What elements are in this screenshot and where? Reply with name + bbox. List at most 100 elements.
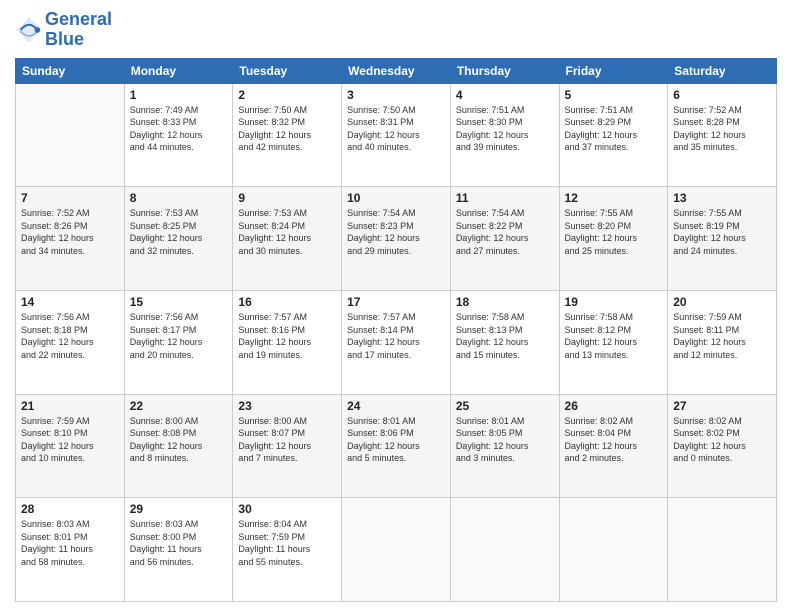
day-number: 14 xyxy=(21,295,119,309)
calendar-cell: 15Sunrise: 7:56 AMSunset: 8:17 PMDayligh… xyxy=(124,290,233,394)
cell-info: Sunrise: 7:59 AMSunset: 8:11 PMDaylight:… xyxy=(673,311,771,361)
cell-info: Sunrise: 7:51 AMSunset: 8:29 PMDaylight:… xyxy=(565,104,663,154)
week-row-2: 7 Sunrise: 7:52 AMSunset: 8:26 PMDaylight… xyxy=(16,187,777,291)
col-thursday: Thursday xyxy=(450,58,559,83)
calendar-cell: 11 Sunrise: 7:54 AMSunset: 8:22 PMDayligh… xyxy=(450,187,559,291)
day-number: 1 xyxy=(130,88,228,102)
calendar-cell: 9 Sunrise: 7:53 AMSunset: 8:24 PMDaylight… xyxy=(233,187,342,291)
calendar-cell: 2 Sunrise: 7:50 AMSunset: 8:32 PMDaylight… xyxy=(233,83,342,187)
calendar-cell: 13 Sunrise: 7:55 AMSunset: 8:19 PMDayligh… xyxy=(668,187,777,291)
calendar-cell xyxy=(16,83,125,187)
day-number: 18 xyxy=(456,295,554,309)
day-number: 16 xyxy=(238,295,336,309)
page: General Blue Sunday Monday Tuesday Wedne… xyxy=(0,0,792,612)
calendar-cell: 7 Sunrise: 7:52 AMSunset: 8:26 PMDaylight… xyxy=(16,187,125,291)
cell-info: Sunrise: 8:03 AMSunset: 8:01 PMDaylight:… xyxy=(21,518,119,568)
col-saturday: Saturday xyxy=(668,58,777,83)
cell-info: Sunrise: 7:56 AMSunset: 8:18 PMDaylight:… xyxy=(21,311,119,361)
day-number: 3 xyxy=(347,88,445,102)
day-number: 13 xyxy=(673,191,771,205)
cell-info: Sunrise: 7:52 AMSunset: 8:26 PMDaylight:… xyxy=(21,207,119,257)
calendar-cell: 3 Sunrise: 7:50 AMSunset: 8:31 PMDaylight… xyxy=(342,83,451,187)
calendar-cell: 14 Sunrise: 7:56 AMSunset: 8:18 PMDayligh… xyxy=(16,290,125,394)
calendar-cell: 18 Sunrise: 7:58 AMSunset: 8:13 PMDayligh… xyxy=(450,290,559,394)
cell-info: Sunrise: 7:50 AMSunset: 8:32 PMDaylight:… xyxy=(238,104,336,154)
day-number: 23 xyxy=(238,399,336,413)
cell-info: Sunrise: 8:00 AMSunset: 8:07 PMDaylight:… xyxy=(238,415,336,465)
calendar-cell: 19 Sunrise: 7:58 AMSunset: 8:12 PMDayligh… xyxy=(559,290,668,394)
calendar-cell: 29 Sunrise: 8:03 AMSunset: 8:00 PMDayligh… xyxy=(124,498,233,602)
cell-info: Sunrise: 7:54 AMSunset: 8:22 PMDaylight:… xyxy=(456,207,554,257)
calendar-cell: 12 Sunrise: 7:55 AMSunset: 8:20 PMDayligh… xyxy=(559,187,668,291)
day-number: 28 xyxy=(21,502,119,516)
cell-info: Sunrise: 8:02 AMSunset: 8:04 PMDaylight:… xyxy=(565,415,663,465)
calendar-cell: 23 Sunrise: 8:00 AMSunset: 8:07 PMDayligh… xyxy=(233,394,342,498)
calendar-cell: 1Sunrise: 7:49 AMSunset: 8:33 PMDaylight… xyxy=(124,83,233,187)
calendar-cell xyxy=(668,498,777,602)
calendar-cell: 16 Sunrise: 7:57 AMSunset: 8:16 PMDayligh… xyxy=(233,290,342,394)
day-number: 30 xyxy=(238,502,336,516)
day-number: 10 xyxy=(347,191,445,205)
cell-info: Sunrise: 7:53 AMSunset: 8:25 PMDaylight:… xyxy=(130,207,228,257)
calendar-cell: 27Sunrise: 8:02 AMSunset: 8:02 PMDayligh… xyxy=(668,394,777,498)
day-number: 2 xyxy=(238,88,336,102)
calendar-cell: 6Sunrise: 7:52 AMSunset: 8:28 PMDaylight… xyxy=(668,83,777,187)
calendar-table: Sunday Monday Tuesday Wednesday Thursday… xyxy=(15,58,777,602)
calendar-cell: 8 Sunrise: 7:53 AMSunset: 8:25 PMDaylight… xyxy=(124,187,233,291)
col-monday: Monday xyxy=(124,58,233,83)
calendar-cell: 22 Sunrise: 8:00 AMSunset: 8:08 PMDayligh… xyxy=(124,394,233,498)
week-row-4: 21Sunrise: 7:59 AMSunset: 8:10 PMDayligh… xyxy=(16,394,777,498)
cell-info: Sunrise: 7:52 AMSunset: 8:28 PMDaylight:… xyxy=(673,104,771,154)
cell-info: Sunrise: 8:03 AMSunset: 8:00 PMDaylight:… xyxy=(130,518,228,568)
day-number: 26 xyxy=(565,399,663,413)
col-tuesday: Tuesday xyxy=(233,58,342,83)
day-number: 4 xyxy=(456,88,554,102)
calendar-cell: 25 Sunrise: 8:01 AMSunset: 8:05 PMDayligh… xyxy=(450,394,559,498)
cell-info: Sunrise: 7:57 AMSunset: 8:16 PMDaylight:… xyxy=(238,311,336,361)
cell-info: Sunrise: 8:01 AMSunset: 8:05 PMDaylight:… xyxy=(456,415,554,465)
cell-info: Sunrise: 7:58 AMSunset: 8:12 PMDaylight:… xyxy=(565,311,663,361)
day-number: 5 xyxy=(565,88,663,102)
cell-info: Sunrise: 7:59 AMSunset: 8:10 PMDaylight:… xyxy=(21,415,119,465)
logo-text: General Blue xyxy=(45,10,112,50)
day-number: 17 xyxy=(347,295,445,309)
day-number: 29 xyxy=(130,502,228,516)
day-number: 19 xyxy=(565,295,663,309)
header: General Blue xyxy=(15,10,777,50)
calendar-cell: 21Sunrise: 7:59 AMSunset: 8:10 PMDayligh… xyxy=(16,394,125,498)
cell-info: Sunrise: 7:53 AMSunset: 8:24 PMDaylight:… xyxy=(238,207,336,257)
col-sunday: Sunday xyxy=(16,58,125,83)
cell-info: Sunrise: 8:00 AMSunset: 8:08 PMDaylight:… xyxy=(130,415,228,465)
cell-info: Sunrise: 7:50 AMSunset: 8:31 PMDaylight:… xyxy=(347,104,445,154)
cell-info: Sunrise: 7:58 AMSunset: 8:13 PMDaylight:… xyxy=(456,311,554,361)
calendar-cell: 28 Sunrise: 8:03 AMSunset: 8:01 PMDayligh… xyxy=(16,498,125,602)
cell-info: Sunrise: 7:55 AMSunset: 8:19 PMDaylight:… xyxy=(673,207,771,257)
calendar-cell xyxy=(559,498,668,602)
cell-info: Sunrise: 7:51 AMSunset: 8:30 PMDaylight:… xyxy=(456,104,554,154)
cell-info: Sunrise: 8:04 AMSunset: 7:59 PMDaylight:… xyxy=(238,518,336,568)
calendar-cell: 24Sunrise: 8:01 AMSunset: 8:06 PMDayligh… xyxy=(342,394,451,498)
calendar-header-row: Sunday Monday Tuesday Wednesday Thursday… xyxy=(16,58,777,83)
day-number: 20 xyxy=(673,295,771,309)
calendar-cell: 17 Sunrise: 7:57 AMSunset: 8:14 PMDayligh… xyxy=(342,290,451,394)
day-number: 7 xyxy=(21,191,119,205)
cell-info: Sunrise: 7:55 AMSunset: 8:20 PMDaylight:… xyxy=(565,207,663,257)
day-number: 22 xyxy=(130,399,228,413)
calendar-cell xyxy=(450,498,559,602)
cell-info: Sunrise: 7:57 AMSunset: 8:14 PMDaylight:… xyxy=(347,311,445,361)
cell-info: Sunrise: 7:56 AMSunset: 8:17 PMDaylight:… xyxy=(130,311,228,361)
cell-info: Sunrise: 7:54 AMSunset: 8:23 PMDaylight:… xyxy=(347,207,445,257)
day-number: 9 xyxy=(238,191,336,205)
day-number: 11 xyxy=(456,191,554,205)
logo-icon xyxy=(15,16,43,44)
calendar-cell: 4 Sunrise: 7:51 AMSunset: 8:30 PMDaylight… xyxy=(450,83,559,187)
day-number: 27 xyxy=(673,399,771,413)
day-number: 8 xyxy=(130,191,228,205)
calendar-cell: 20 Sunrise: 7:59 AMSunset: 8:11 PMDayligh… xyxy=(668,290,777,394)
day-number: 12 xyxy=(565,191,663,205)
week-row-5: 28 Sunrise: 8:03 AMSunset: 8:01 PMDayligh… xyxy=(16,498,777,602)
calendar-cell: 26 Sunrise: 8:02 AMSunset: 8:04 PMDayligh… xyxy=(559,394,668,498)
calendar-cell: 5 Sunrise: 7:51 AMSunset: 8:29 PMDaylight… xyxy=(559,83,668,187)
day-number: 25 xyxy=(456,399,554,413)
calendar-cell: 10 Sunrise: 7:54 AMSunset: 8:23 PMDayligh… xyxy=(342,187,451,291)
